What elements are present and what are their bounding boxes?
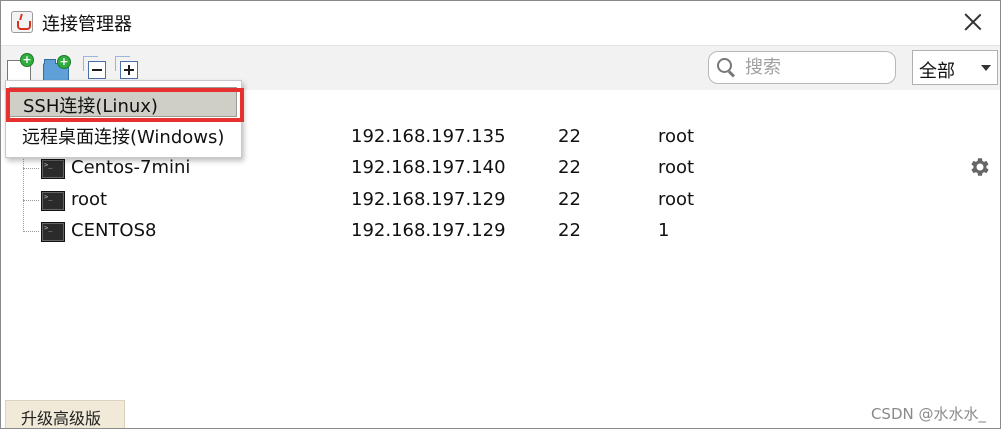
connection-port: 22	[558, 126, 581, 147]
terminal-icon	[41, 159, 65, 179]
new-folder-icon[interactable]: +	[43, 55, 71, 81]
gear-icon[interactable]	[967, 155, 991, 179]
connection-name: CENTOS8	[71, 220, 157, 241]
connection-name: root	[71, 189, 108, 210]
upgrade-button[interactable]: 升级高级版	[5, 400, 125, 428]
collapse-all-icon[interactable]	[83, 56, 109, 80]
upgrade-label: 升级高级版	[21, 409, 102, 428]
status-bar: 升级高级版 CSDN @水水水_	[1, 400, 1000, 428]
title-bar: 连接管理器	[1, 1, 1000, 45]
menu-item-rdp-windows[interactable]: 远程桌面连接(Windows)	[9, 119, 237, 149]
connection-host: 192.168.197.129	[351, 189, 506, 210]
search-box[interactable]	[708, 51, 896, 84]
connection-host: 192.168.197.135	[351, 126, 506, 147]
close-button[interactable]	[962, 11, 984, 33]
java-app-icon	[11, 11, 33, 33]
highlight-annotation	[6, 88, 244, 122]
connection-host: 192.168.197.140	[351, 157, 506, 178]
connection-row[interactable]: CENTOS8 192.168.197.129 22 1	[1, 216, 961, 246]
expand-all-icon[interactable]	[115, 56, 141, 80]
search-icon	[717, 58, 735, 76]
filter-value: 全部	[919, 61, 955, 82]
connection-port: 22	[558, 220, 581, 241]
connection-name: Centos-7mini	[71, 157, 191, 178]
connection-user: root	[658, 157, 695, 178]
filter-select[interactable]: 全部	[912, 50, 998, 85]
watermark: CSDN @水水水_	[870, 405, 986, 423]
connection-user: root	[658, 189, 695, 210]
connection-port: 22	[558, 157, 581, 178]
connection-user: 1	[658, 220, 670, 241]
connection-row[interactable]: root 192.168.197.129 22 root	[1, 185, 961, 215]
connection-port: 22	[558, 189, 581, 210]
new-connection-icon[interactable]: +	[7, 53, 34, 82]
terminal-icon	[41, 222, 65, 242]
connection-user: root	[658, 126, 695, 147]
connection-host: 192.168.197.129	[351, 220, 506, 241]
terminal-icon	[41, 191, 65, 211]
connection-manager-window: 连接管理器 + + 全部 192.168.197.135	[0, 0, 1001, 429]
menu-item-label: 远程桌面连接(Windows)	[22, 127, 225, 148]
window-title: 连接管理器	[42, 14, 132, 35]
chevron-down-icon	[981, 65, 991, 71]
search-input[interactable]	[745, 56, 885, 78]
